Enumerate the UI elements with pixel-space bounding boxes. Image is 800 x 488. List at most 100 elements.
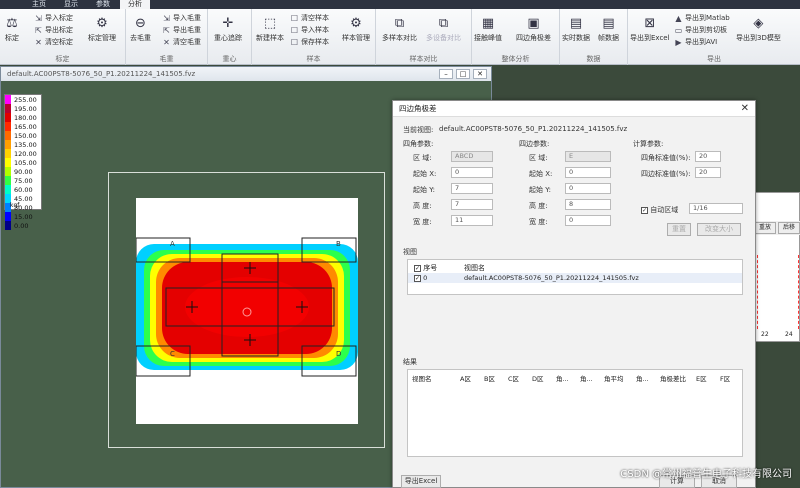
gear-icon: ⚙ <box>350 15 362 31</box>
corner-start-x-input[interactable]: 0 <box>451 167 493 178</box>
result-column-header: 角... <box>580 375 593 383</box>
calibration-manage-button[interactable]: ⚙ 标定管理 <box>88 15 116 43</box>
export-3d-model-button[interactable]: ◈ 导出到3D模型 <box>736 15 781 43</box>
auto-region-label: 自动区域 <box>650 206 679 214</box>
legend-value: 75.00 <box>14 176 33 185</box>
side-width-label: 宽 度: <box>529 218 548 226</box>
clear-icon: ✕ <box>163 37 170 47</box>
clear-calibration-button[interactable]: ✕ 清空标定 <box>34 37 73 47</box>
replay-button[interactable]: 重放 <box>754 222 776 234</box>
legend-value: 120.00 <box>14 149 37 158</box>
axis-tick: 22 <box>761 331 769 338</box>
side-start-y-input[interactable]: 0 <box>565 183 611 194</box>
new-sample-icon: ⬚ <box>263 15 277 31</box>
close-icon[interactable]: ✕ <box>741 103 749 114</box>
corner-start-y-input[interactable]: 7 <box>451 183 493 194</box>
save-sample-button[interactable]: ☐ 保存样本 <box>290 37 329 47</box>
maximize-icon[interactable]: □ <box>456 69 470 79</box>
frame-data-button[interactable]: ▤ 帧数据 <box>598 15 619 43</box>
side-start-x-input[interactable]: 0 <box>565 167 611 178</box>
watermark-text: CSDN @常州福普生电子科技有限公司 <box>620 469 792 480</box>
corner-region-select[interactable]: ABCD <box>451 151 493 162</box>
import-icon: ☐ <box>290 25 299 35</box>
side-threshold-input[interactable]: 20 <box>695 167 721 178</box>
legend-value: 150.00 <box>14 131 37 140</box>
contact-peak-button[interactable]: ▦ 接触峰值 <box>474 15 502 43</box>
corner-label-c: C <box>170 350 175 358</box>
export-avi-button[interactable]: ▶ 导出到AVI <box>674 37 717 47</box>
legend-row: 255.00 <box>5 95 41 104</box>
import-sample-button[interactable]: ☐ 导入样本 <box>290 25 329 35</box>
corner-label-d: D <box>336 350 341 358</box>
corner-region-label: 区 域: <box>413 154 432 162</box>
corner-height-input[interactable]: 7 <box>451 199 493 210</box>
clear-tare-button[interactable]: ✕ 清空毛重 <box>162 37 201 47</box>
centroid-track-button[interactable]: ✛ 重心追踪 <box>214 15 242 43</box>
current-view-label: 当前视图: <box>403 126 434 134</box>
excel-icon: ⊠ <box>644 15 656 31</box>
new-sample-button[interactable]: ⬚ 新建样本 <box>256 15 284 43</box>
realtime-data-button[interactable]: ▤ 实时数据 <box>562 15 590 43</box>
import-tare-button[interactable]: ⇲ 导入毛重 <box>162 13 201 23</box>
pressure-heatmap: A B C D <box>136 237 358 377</box>
tab-params[interactable]: 参数 <box>88 0 118 9</box>
sample-manage-button[interactable]: ⚙ 样本管理 <box>342 15 370 43</box>
multi-sample-compare-button[interactable]: ⧉ 多样本对比 <box>382 15 417 43</box>
side-region-select[interactable]: E <box>565 151 611 162</box>
result-table: 视图名 A区 B区 C区 D区 角... 角... 角平均 角... 角极差比 E区 F区 <box>407 369 743 457</box>
result-column-header: C区 <box>508 375 520 383</box>
corner-start-x-label: 起始 X: <box>413 170 437 178</box>
export-excel-button[interactable]: ⊠ 导出到Excel <box>630 15 670 43</box>
tab-display[interactable]: 显示 <box>56 0 86 9</box>
table-row[interactable]: ✓ 0 default.AC00PST8-5076_50_P1.20211224… <box>408 273 742 283</box>
legend-row: 105.00 <box>5 158 41 167</box>
four-side-icon: ▣ <box>527 15 540 31</box>
legend-value: 15.00 <box>14 212 33 221</box>
crosshair-icon: ✛ <box>222 15 234 31</box>
color-legend: 255.00 195.00 180.00 165.00 150.00 135.00 120.… <box>4 94 42 230</box>
checkbox-checked-icon[interactable]: ✓ <box>414 274 421 282</box>
four-side-range-dialog: 四边角极差 ✕ 当前视图: default.AC00PST8-5076_50_P… <box>392 100 756 488</box>
video-icon: ▶ <box>675 37 682 47</box>
tare-icon: ⊖ <box>135 15 146 31</box>
tab-home[interactable]: 主页 <box>24 0 54 9</box>
checkbox-checked-icon[interactable]: ✓ <box>414 264 421 272</box>
result-column-header: E区 <box>696 375 707 383</box>
tab-analysis[interactable]: 分析 <box>120 0 150 9</box>
clear-sample-button[interactable]: ☐ 清空样本 <box>290 13 329 23</box>
remove-tare-button[interactable]: ⊖ 去毛重 <box>130 15 151 43</box>
device-compare-icon: ⧉ <box>438 15 449 31</box>
side-height-input[interactable]: 8 <box>565 199 611 210</box>
window-controls: – □ ✕ <box>439 69 487 79</box>
ribbon-group-centroid: ✛ 重心追踪 重心 <box>208 9 252 65</box>
legend-row: 120.00 <box>5 149 41 158</box>
import-icon: ⇲ <box>35 13 42 23</box>
import-calibration-button[interactable]: ⇲ 导入标定 <box>34 13 73 23</box>
export-calibration-button[interactable]: ⇱ 导出标定 <box>34 25 73 35</box>
ribbon-group-tare: ⊖ 去毛重 ⇲ 导入毛重 ⇱ 导出毛重 ✕ 清空毛重 毛重 <box>126 9 208 65</box>
calibration-button[interactable]: ⚖ 标定 <box>4 15 20 43</box>
auto-region-checkbox[interactable]: ✓ 自动区域 <box>641 205 678 215</box>
export-tare-button[interactable]: ⇱ 导出毛重 <box>162 25 201 35</box>
change-size-button[interactable]: 改变大小 <box>697 223 741 236</box>
view-list-header: ✓ 序号 <box>414 264 438 272</box>
legend-value: 60.00 <box>14 185 33 194</box>
export-excel-button[interactable]: 导出Excel <box>401 475 441 488</box>
close-icon[interactable]: ✕ <box>473 69 487 79</box>
minimize-icon[interactable]: – <box>439 69 453 79</box>
auto-region-select[interactable]: 1/16 <box>689 203 743 214</box>
move-back-button[interactable]: 后移 <box>778 222 800 234</box>
corner-width-input[interactable]: 11 <box>451 215 493 226</box>
reset-button[interactable]: 重置 <box>667 223 691 236</box>
view-list: ✓ 序号 视图名 ✓ 0 default.AC00PST8-5076_50_P1… <box>407 259 743 295</box>
multi-device-compare-button[interactable]: ⧉ 多设备对比 <box>426 15 461 43</box>
export-clipboard-button[interactable]: ▭ 导出到剪切板 <box>674 25 727 35</box>
side-width-input[interactable]: 0 <box>565 215 611 226</box>
corner-threshold-input[interactable]: 20 <box>695 151 721 162</box>
export-matlab-button[interactable]: ▲ 导出到Matlab <box>674 13 729 23</box>
group-label: 导出 <box>707 55 721 63</box>
four-side-range-button[interactable]: ▣ 四边角极差 <box>516 15 551 43</box>
legend-row: 60.00 <box>5 185 41 194</box>
group-label: 整体分析 <box>501 55 530 63</box>
side-region-label: 区 域: <box>529 154 548 162</box>
